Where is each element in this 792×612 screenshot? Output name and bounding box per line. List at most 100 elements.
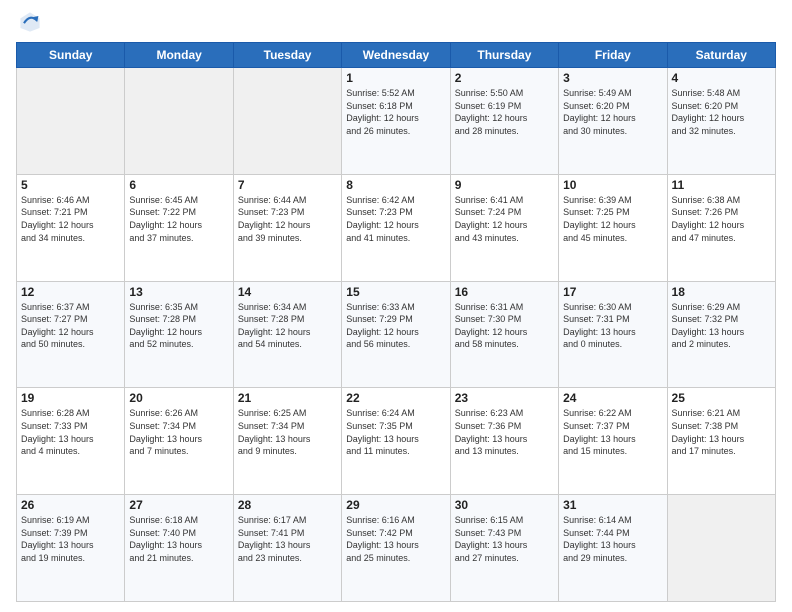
day-info: Sunrise: 5:49 AM Sunset: 6:20 PM Dayligh… (563, 87, 662, 137)
calendar-cell: 7Sunrise: 6:44 AM Sunset: 7:23 PM Daylig… (233, 174, 341, 281)
day-info: Sunrise: 6:38 AM Sunset: 7:26 PM Dayligh… (672, 194, 771, 244)
day-info: Sunrise: 6:35 AM Sunset: 7:28 PM Dayligh… (129, 301, 228, 351)
calendar-cell: 8 Sunrise: 6:42 AM Sunset: 7:23 PM Daylig… (342, 174, 450, 281)
day-number: 15 (346, 285, 445, 299)
calendar-header-row: SundayMondayTuesdayWednesdayThursdayFrid… (17, 43, 776, 68)
calendar-cell: 6Sunrise: 6:45 AM Sunset: 7:22 PM Daylig… (125, 174, 233, 281)
calendar-cell: 10 Sunrise: 6:39 AM Sunset: 7:25 PM Dayli… (559, 174, 667, 281)
day-info: Sunrise: 6:30 AM Sunset: 7:31 PM Dayligh… (563, 301, 662, 351)
day-number: 2 (455, 71, 554, 85)
day-info: Sunrise: 6:24 AM Sunset: 7:35 PM Dayligh… (346, 407, 445, 457)
calendar-cell: 27 Sunrise: 6:18 AM Sunset: 7:40 PM Dayli… (125, 495, 233, 602)
page: SundayMondayTuesdayWednesdayThursdayFrid… (0, 0, 792, 612)
calendar-cell: 25 Sunrise: 6:21 AM Sunset: 7:38 PM Dayli… (667, 388, 775, 495)
day-of-week-header: Thursday (450, 43, 558, 68)
calendar-cell: 4 Sunrise: 5:48 AM Sunset: 6:20 PM Daylig… (667, 68, 775, 175)
day-number: 7 (238, 178, 337, 192)
day-info: Sunrise: 6:33 AM Sunset: 7:29 PM Dayligh… (346, 301, 445, 351)
day-info: Sunrise: 6:29 AM Sunset: 7:32 PM Dayligh… (672, 301, 771, 351)
day-number: 4 (672, 71, 771, 85)
calendar-cell: 5Sunrise: 6:46 AM Sunset: 7:21 PM Daylig… (17, 174, 125, 281)
day-info: Sunrise: 6:34 AM Sunset: 7:28 PM Dayligh… (238, 301, 337, 351)
day-info: Sunrise: 6:23 AM Sunset: 7:36 PM Dayligh… (455, 407, 554, 457)
day-of-week-header: Saturday (667, 43, 775, 68)
day-number: 28 (238, 498, 337, 512)
calendar-cell: 22Sunrise: 6:24 AM Sunset: 7:35 PM Dayli… (342, 388, 450, 495)
day-info: Sunrise: 6:28 AM Sunset: 7:33 PM Dayligh… (21, 407, 120, 457)
day-number: 6 (129, 178, 228, 192)
header (16, 10, 776, 34)
day-number: 23 (455, 391, 554, 405)
day-number: 21 (238, 391, 337, 405)
day-info: Sunrise: 6:22 AM Sunset: 7:37 PM Dayligh… (563, 407, 662, 457)
calendar-cell: 12Sunrise: 6:37 AM Sunset: 7:27 PM Dayli… (17, 281, 125, 388)
calendar-cell: 1 Sunrise: 5:52 AM Sunset: 6:18 PM Daylig… (342, 68, 450, 175)
calendar-cell: 20 Sunrise: 6:26 AM Sunset: 7:34 PM Dayli… (125, 388, 233, 495)
day-info: Sunrise: 5:52 AM Sunset: 6:18 PM Dayligh… (346, 87, 445, 137)
day-number: 11 (672, 178, 771, 192)
day-info: Sunrise: 6:14 AM Sunset: 7:44 PM Dayligh… (563, 514, 662, 564)
logo-icon (18, 10, 42, 34)
day-of-week-header: Friday (559, 43, 667, 68)
day-info: Sunrise: 6:41 AM Sunset: 7:24 PM Dayligh… (455, 194, 554, 244)
day-info: Sunrise: 6:31 AM Sunset: 7:30 PM Dayligh… (455, 301, 554, 351)
calendar-cell: 15 Sunrise: 6:33 AM Sunset: 7:29 PM Dayli… (342, 281, 450, 388)
day-number: 10 (563, 178, 662, 192)
calendar-week-row: 12Sunrise: 6:37 AM Sunset: 7:27 PM Dayli… (17, 281, 776, 388)
calendar-cell: 21Sunrise: 6:25 AM Sunset: 7:34 PM Dayli… (233, 388, 341, 495)
calendar-cell: 18 Sunrise: 6:29 AM Sunset: 7:32 PM Dayli… (667, 281, 775, 388)
day-number: 17 (563, 285, 662, 299)
calendar-cell: 26Sunrise: 6:19 AM Sunset: 7:39 PM Dayli… (17, 495, 125, 602)
day-number: 24 (563, 391, 662, 405)
calendar-cell: 11 Sunrise: 6:38 AM Sunset: 7:26 PM Dayli… (667, 174, 775, 281)
day-info: Sunrise: 6:19 AM Sunset: 7:39 PM Dayligh… (21, 514, 120, 564)
calendar-cell (17, 68, 125, 175)
calendar-week-row: 1 Sunrise: 5:52 AM Sunset: 6:18 PM Daylig… (17, 68, 776, 175)
day-info: Sunrise: 6:21 AM Sunset: 7:38 PM Dayligh… (672, 407, 771, 457)
day-info: Sunrise: 5:48 AM Sunset: 6:20 PM Dayligh… (672, 87, 771, 137)
day-number: 27 (129, 498, 228, 512)
calendar-cell: 31Sunrise: 6:14 AM Sunset: 7:44 PM Dayli… (559, 495, 667, 602)
day-number: 18 (672, 285, 771, 299)
day-of-week-header: Monday (125, 43, 233, 68)
day-info: Sunrise: 6:26 AM Sunset: 7:34 PM Dayligh… (129, 407, 228, 457)
calendar-cell: 16 Sunrise: 6:31 AM Sunset: 7:30 PM Dayli… (450, 281, 558, 388)
calendar-week-row: 19 Sunrise: 6:28 AM Sunset: 7:33 PM Dayli… (17, 388, 776, 495)
calendar-cell: 17 Sunrise: 6:30 AM Sunset: 7:31 PM Dayli… (559, 281, 667, 388)
day-number: 8 (346, 178, 445, 192)
calendar-cell: 24 Sunrise: 6:22 AM Sunset: 7:37 PM Dayli… (559, 388, 667, 495)
calendar-week-row: 26Sunrise: 6:19 AM Sunset: 7:39 PM Dayli… (17, 495, 776, 602)
day-info: Sunrise: 6:15 AM Sunset: 7:43 PM Dayligh… (455, 514, 554, 564)
calendar-cell: 23 Sunrise: 6:23 AM Sunset: 7:36 PM Dayli… (450, 388, 558, 495)
calendar-cell (667, 495, 775, 602)
day-number: 12 (21, 285, 120, 299)
calendar-cell: 14Sunrise: 6:34 AM Sunset: 7:28 PM Dayli… (233, 281, 341, 388)
day-number: 25 (672, 391, 771, 405)
calendar-cell: 19 Sunrise: 6:28 AM Sunset: 7:33 PM Dayli… (17, 388, 125, 495)
day-number: 19 (21, 391, 120, 405)
day-info: Sunrise: 6:42 AM Sunset: 7:23 PM Dayligh… (346, 194, 445, 244)
day-number: 16 (455, 285, 554, 299)
day-info: Sunrise: 6:16 AM Sunset: 7:42 PM Dayligh… (346, 514, 445, 564)
calendar-cell (233, 68, 341, 175)
day-number: 13 (129, 285, 228, 299)
logo (16, 10, 44, 34)
calendar-table: SundayMondayTuesdayWednesdayThursdayFrid… (16, 42, 776, 602)
calendar-cell: 13 Sunrise: 6:35 AM Sunset: 7:28 PM Dayli… (125, 281, 233, 388)
calendar-cell: 9 Sunrise: 6:41 AM Sunset: 7:24 PM Daylig… (450, 174, 558, 281)
day-of-week-header: Sunday (17, 43, 125, 68)
day-number: 30 (455, 498, 554, 512)
day-info: Sunrise: 6:46 AM Sunset: 7:21 PM Dayligh… (21, 194, 120, 244)
calendar-cell (125, 68, 233, 175)
day-number: 20 (129, 391, 228, 405)
day-info: Sunrise: 6:39 AM Sunset: 7:25 PM Dayligh… (563, 194, 662, 244)
day-number: 1 (346, 71, 445, 85)
day-number: 9 (455, 178, 554, 192)
day-of-week-header: Tuesday (233, 43, 341, 68)
calendar-week-row: 5Sunrise: 6:46 AM Sunset: 7:21 PM Daylig… (17, 174, 776, 281)
day-info: Sunrise: 6:17 AM Sunset: 7:41 PM Dayligh… (238, 514, 337, 564)
calendar-cell: 29Sunrise: 6:16 AM Sunset: 7:42 PM Dayli… (342, 495, 450, 602)
day-info: Sunrise: 6:18 AM Sunset: 7:40 PM Dayligh… (129, 514, 228, 564)
day-of-week-header: Wednesday (342, 43, 450, 68)
day-info: Sunrise: 5:50 AM Sunset: 6:19 PM Dayligh… (455, 87, 554, 137)
